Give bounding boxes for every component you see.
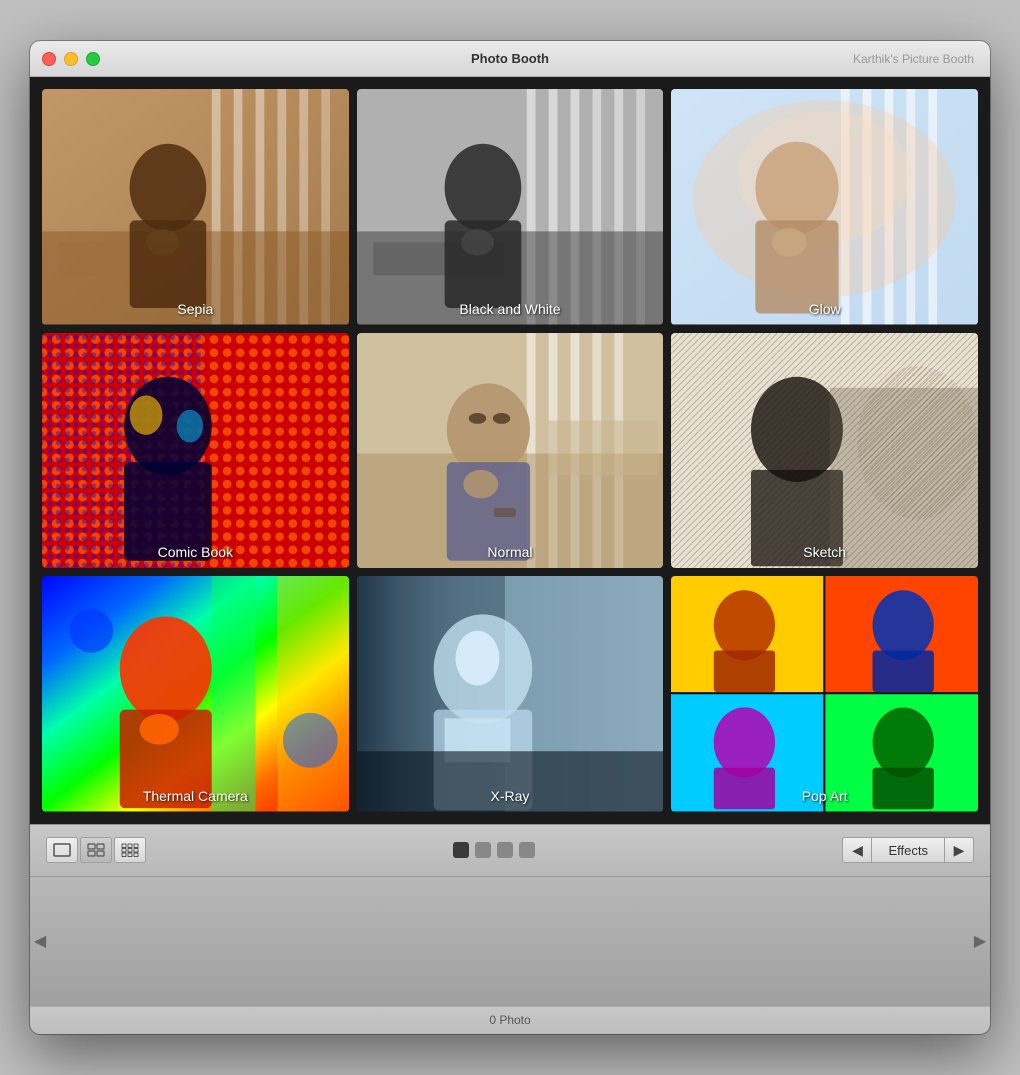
- window-title: Photo Booth: [471, 51, 549, 66]
- maximize-button[interactable]: [86, 52, 100, 66]
- glow-label: Glow: [671, 301, 978, 317]
- effect-bw[interactable]: Black and White: [357, 89, 664, 324]
- toolbar: ◀ Effects ▶: [30, 824, 990, 876]
- effect-sketch[interactable]: Sketch: [671, 333, 978, 568]
- effect-popart[interactable]: Pop Art: [671, 576, 978, 811]
- dot-2[interactable]: [475, 842, 491, 858]
- thermal-label: Thermal Camera: [42, 788, 349, 804]
- bw-label: Black and White: [357, 301, 664, 317]
- comic-label: Comic Book: [42, 544, 349, 560]
- effect-xray[interactable]: X-Ray: [357, 576, 664, 811]
- minimize-button[interactable]: [64, 52, 78, 66]
- page-dots: [158, 842, 830, 858]
- effect-sepia[interactable]: Sepia: [42, 89, 349, 324]
- xray-label: X-Ray: [357, 788, 664, 804]
- sketch-label: Sketch: [671, 544, 978, 560]
- effects-navigation: ◀ Effects ▶: [842, 837, 974, 863]
- status-bar: 0 Photo: [30, 1006, 990, 1034]
- effects-prev-button[interactable]: ◀: [842, 837, 872, 863]
- popart-label: Pop Art: [671, 788, 978, 804]
- effects-label: Effects: [872, 837, 944, 863]
- traffic-lights: [42, 52, 100, 66]
- effect-comic[interactable]: Comic Book: [42, 333, 349, 568]
- effects-grid-container: Sepia Black and Whit: [30, 77, 990, 823]
- dot-3[interactable]: [497, 842, 513, 858]
- effect-normal[interactable]: Normal: [357, 333, 664, 568]
- effects-next-button[interactable]: ▶: [944, 837, 974, 863]
- filmstrip-left-arrow[interactable]: ◀: [30, 877, 50, 1006]
- photo-count: 0 Photo: [489, 1013, 530, 1027]
- grid4-view-button[interactable]: [80, 837, 112, 863]
- dot-4[interactable]: [519, 842, 535, 858]
- filmstrip-scroll[interactable]: [50, 877, 970, 1006]
- single-view-button[interactable]: [46, 837, 78, 863]
- effects-grid: Sepia Black and Whit: [42, 89, 978, 811]
- filmstrip-right-arrow[interactable]: ▶: [970, 877, 990, 1006]
- dot-1[interactable]: [453, 842, 469, 858]
- effect-glow[interactable]: Glow: [671, 89, 978, 324]
- titlebar: Photo Booth Karthik's Picture Booth: [30, 41, 990, 77]
- close-button[interactable]: [42, 52, 56, 66]
- sepia-label: Sepia: [42, 301, 349, 317]
- grid9-view-button[interactable]: [114, 837, 146, 863]
- window-subtitle: Karthik's Picture Booth: [853, 52, 974, 66]
- app-window: Photo Booth Karthik's Picture Booth: [30, 41, 990, 1033]
- filmstrip: ◀ ▶: [30, 876, 990, 1006]
- view-buttons: [46, 837, 146, 863]
- normal-label: Normal: [357, 544, 664, 560]
- effect-thermal[interactable]: Thermal Camera: [42, 576, 349, 811]
